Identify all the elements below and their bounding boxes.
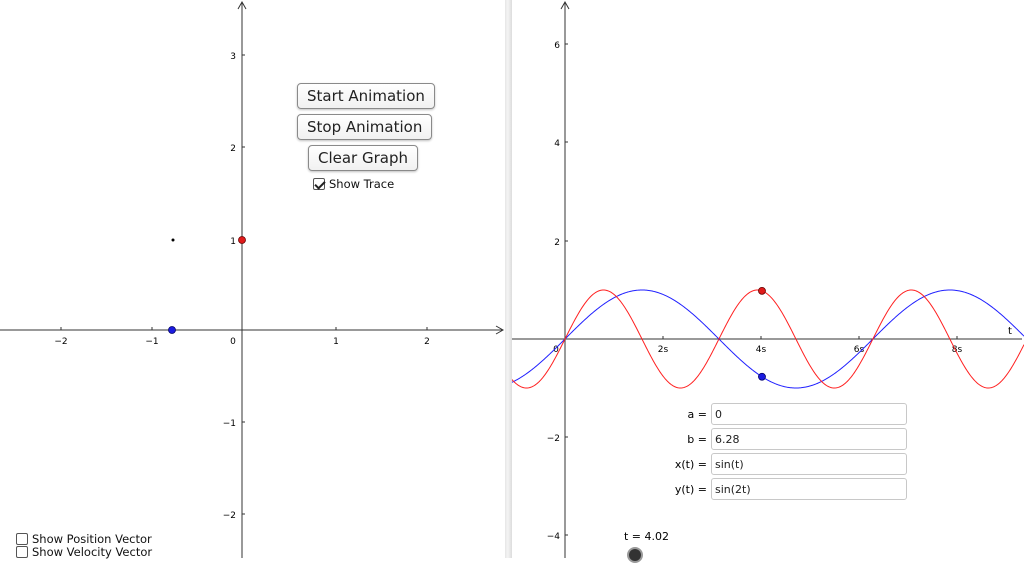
field-y-row: y(t) = [645, 478, 907, 500]
stop-animation-button[interactable]: Stop Animation [297, 114, 433, 140]
left-y-tick-label: −1 [223, 419, 236, 429]
right-y-tick-label: 4 [554, 139, 560, 149]
field-x-row: x(t) = [645, 453, 907, 475]
right-y-tick-label: 6 [554, 41, 560, 51]
right-y-tick-label: −2 [547, 434, 560, 444]
show-position-vector-label: Show Position Vector [32, 532, 152, 546]
trace-point [171, 238, 175, 242]
field-a-row: a = [645, 403, 907, 425]
y-of-t-marker[interactable] [758, 286, 766, 295]
field-y-input[interactable] [711, 478, 907, 500]
right-y-tick-label: 2 [554, 238, 560, 248]
show-position-vector-checkbox[interactable] [16, 533, 28, 545]
slider-t-knob[interactable] [627, 547, 643, 563]
show-trace-checkbox-row[interactable]: Show Trace [313, 177, 394, 191]
left-x-tick-label: 1 [333, 337, 339, 347]
show-position-vector-row[interactable]: Show Position Vector [16, 532, 152, 546]
right-y-tick-label: −4 [547, 532, 561, 542]
field-b-input[interactable] [711, 428, 907, 450]
field-a-input[interactable] [711, 403, 907, 425]
right-x-axis-label: t [1008, 326, 1012, 337]
show-velocity-vector-label: Show Velocity Vector [32, 545, 153, 559]
field-x-input[interactable] [711, 453, 907, 475]
left-x-tick-label: −2 [54, 337, 67, 347]
slider-t-label: t = 4.02 [624, 530, 670, 543]
left-y-tick-label: −2 [223, 511, 236, 521]
blue-point[interactable] [168, 326, 176, 334]
left-y-tick-label: 1 [230, 237, 236, 247]
left-origin-label: 0 [230, 337, 236, 347]
left-x-tick-label: 2 [424, 337, 430, 347]
show-velocity-vector-row[interactable]: Show Velocity Vector [16, 545, 152, 559]
red-point[interactable] [238, 236, 246, 244]
right-x-tick-label: 6s [854, 345, 865, 355]
field-b-row: b = [645, 428, 907, 450]
field-x-label: x(t) = [674, 457, 707, 471]
field-b-label: b = [687, 432, 707, 446]
right-x-tick-label: 4s [756, 345, 767, 355]
x-of-t-marker[interactable] [758, 372, 766, 381]
field-a-label: a = [687, 407, 707, 421]
start-animation-button[interactable]: Start Animation [297, 83, 435, 109]
show-trace-checkbox[interactable] [313, 178, 325, 190]
show-trace-label: Show Trace [329, 177, 395, 191]
left-y-tick-label: 2 [230, 144, 236, 154]
clear-graph-button[interactable]: Clear Graph [308, 145, 419, 171]
right-x-tick-label: 2s [658, 345, 669, 355]
field-y-label: y(t) = [674, 482, 707, 496]
left-y-tick-label: 3 [230, 52, 236, 62]
show-velocity-vector-checkbox[interactable] [16, 546, 28, 558]
panel-divider[interactable] [505, 0, 512, 558]
left-x-tick-label: −1 [145, 337, 158, 347]
